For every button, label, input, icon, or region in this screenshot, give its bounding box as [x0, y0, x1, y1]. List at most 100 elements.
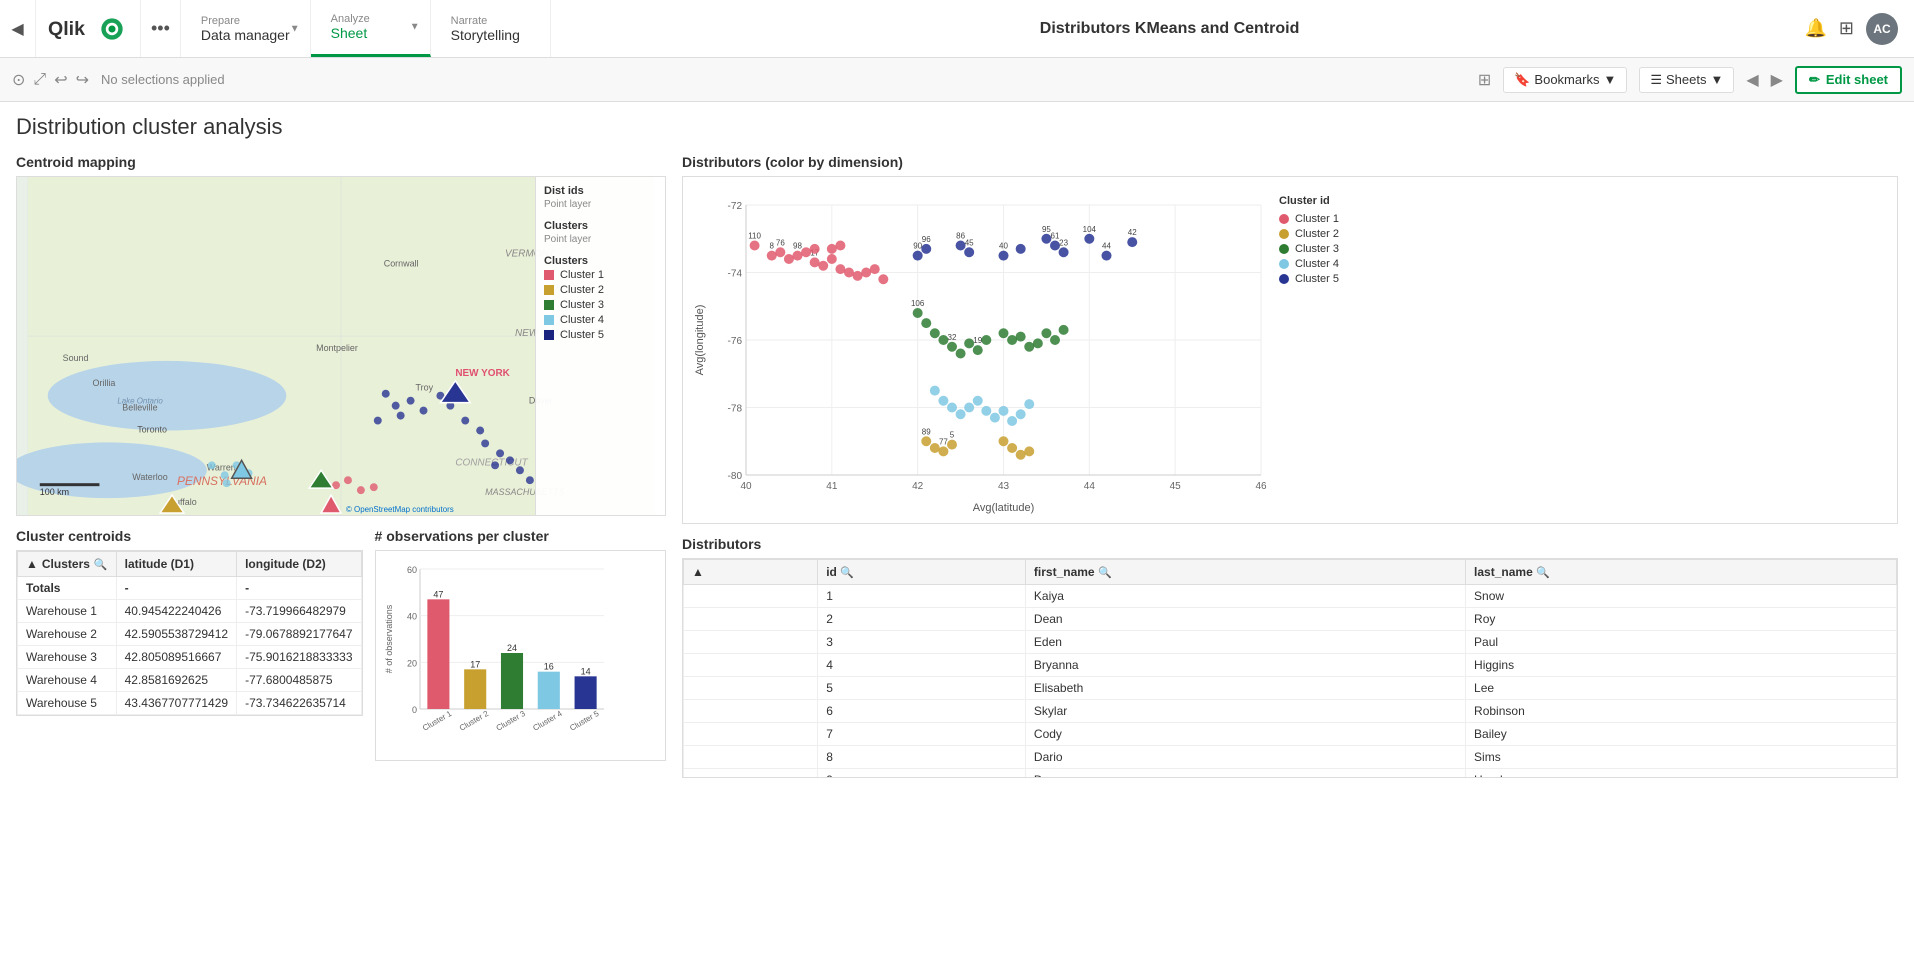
- legend-item: Cluster 2: [544, 284, 657, 296]
- svg-text:-74: -74: [728, 269, 743, 280]
- toolbar: ⊙ ⤢ ↩ ↪ No selections applied ⊞ 🔖 Bookma…: [0, 58, 1914, 102]
- svg-text:16: 16: [543, 662, 553, 672]
- scatter-legend: Cluster id Cluster 1Cluster 2Cluster 3Cl…: [1279, 185, 1359, 515]
- table-row: 9DeaconHood: [684, 769, 1897, 779]
- legend-item: Cluster 1: [544, 269, 657, 281]
- svg-text:Waterloo: Waterloo: [132, 472, 167, 482]
- narrate-label: Narrate: [451, 15, 530, 27]
- svg-text:-76: -76: [728, 336, 743, 347]
- scatter-legend-title: Cluster id: [1279, 195, 1359, 207]
- page-title: Distribution cluster analysis: [16, 114, 1898, 140]
- nav-right-icons: 🔔 ⊞ AC: [1788, 0, 1914, 57]
- nav-back-button[interactable]: ◀: [0, 0, 36, 57]
- selection-expand-icon[interactable]: ⤢: [33, 71, 46, 89]
- centroid-mapping-title: Centroid mapping: [16, 154, 666, 170]
- redo-icon[interactable]: ↪: [76, 70, 89, 90]
- table-row: 1KaiyaSnow: [684, 585, 1897, 608]
- svg-text:104: 104: [1083, 225, 1097, 234]
- svg-text:Lake Ontario: Lake Ontario: [117, 397, 163, 406]
- svg-text:Avg(longitude): Avg(longitude): [694, 305, 706, 376]
- svg-text:Avg(latitude): Avg(latitude): [973, 502, 1035, 514]
- table-row: Totals--: [18, 577, 362, 600]
- fn-search-icon[interactable]: 🔍: [1098, 567, 1112, 579]
- svg-text:23: 23: [1059, 238, 1068, 247]
- svg-text:24: 24: [507, 643, 517, 653]
- table-row: 8DarioSims: [684, 746, 1897, 769]
- nav-tab-prepare[interactable]: Prepare Data manager ▼: [181, 0, 311, 57]
- svg-text:40: 40: [407, 612, 417, 622]
- distributors-table-wrap[interactable]: ▲ id 🔍 first_name 🔍 last_name 🔍: [682, 558, 1898, 778]
- svg-text:45: 45: [965, 238, 974, 247]
- svg-text:40: 40: [999, 242, 1008, 251]
- ln-search-icon[interactable]: 🔍: [1536, 567, 1550, 579]
- nav-more-button[interactable]: •••: [141, 0, 181, 57]
- legend-item: Cluster 4: [544, 314, 657, 326]
- svg-text:-78: -78: [728, 404, 743, 415]
- distributors-chart-title: Distributors (color by dimension): [682, 154, 1898, 170]
- svg-text:100 km: 100 km: [40, 487, 69, 497]
- page-nav-title: Distributors KMeans and Centroid: [551, 0, 1789, 57]
- analyze-arrow: ▼: [410, 22, 420, 33]
- scatter-svg: 40414243444546-80-78-76-74-72Avg(latitud…: [691, 185, 1271, 515]
- svg-text:60: 60: [407, 565, 417, 575]
- dist-ids-title: Dist ids: [544, 185, 657, 197]
- edit-sheet-button[interactable]: ✏ Edit sheet: [1795, 66, 1902, 94]
- notification-bell-icon[interactable]: 🔔: [1804, 18, 1826, 39]
- centroid-table-wrap[interactable]: ▲ Clusters 🔍 latitude (D1) longitude (D2…: [16, 550, 363, 716]
- svg-text:98: 98: [793, 242, 802, 251]
- bottom-left-panels: Cluster centroids ▲ Clusters 🔍: [16, 528, 666, 944]
- grid-view-icon[interactable]: ⊞: [1478, 70, 1491, 90]
- svg-text:45: 45: [1170, 481, 1182, 492]
- legend-item: Cluster 5: [544, 329, 657, 341]
- page-content: Distribution cluster analysis Centroid m…: [0, 102, 1914, 956]
- scatter-legend-item: Cluster 2: [1279, 228, 1359, 240]
- svg-text:Troy: Troy: [416, 383, 434, 393]
- svg-text:89: 89: [922, 427, 931, 436]
- nav-tab-narrate[interactable]: Narrate Storytelling: [431, 0, 551, 57]
- edit-sheet-label: Edit sheet: [1826, 72, 1888, 87]
- svg-text:46: 46: [1255, 481, 1267, 492]
- svg-text:Sound: Sound: [63, 353, 89, 363]
- table-row: Warehouse 140.945422240426-73.7199664829…: [18, 600, 362, 623]
- undo-icon[interactable]: ↩: [54, 70, 67, 90]
- svg-text:44: 44: [1102, 242, 1111, 251]
- svg-text:17: 17: [470, 659, 480, 669]
- centroid-map[interactable]: VERMONT NEW HAMPSHIRE NEW YORK CONNECTIC…: [16, 176, 666, 516]
- bookmarks-button[interactable]: 🔖 Bookmarks ▼: [1503, 67, 1627, 93]
- table-row: Warehouse 442.8581692625-77.6800485875: [18, 669, 362, 692]
- selection-target-icon[interactable]: ⊙: [12, 70, 25, 90]
- svg-text:-80: -80: [728, 471, 743, 482]
- next-sheet-button[interactable]: ▶: [1771, 70, 1783, 90]
- cluster-centroids-section: Cluster centroids ▲ Clusters 🔍: [16, 528, 363, 944]
- distributors-table: ▲ id 🔍 first_name 🔍 last_name 🔍: [683, 559, 1897, 778]
- sheets-button[interactable]: ☰ Sheets ▼: [1639, 67, 1734, 93]
- bookmarks-arrow: ▼: [1603, 72, 1616, 87]
- centroid-table: ▲ Clusters 🔍 latitude (D1) longitude (D2…: [17, 551, 362, 715]
- prev-sheet-button[interactable]: ◀: [1746, 70, 1758, 90]
- svg-text:NEW YORK: NEW YORK: [455, 368, 510, 379]
- user-avatar[interactable]: AC: [1866, 13, 1898, 45]
- id-search-icon[interactable]: 🔍: [840, 567, 854, 579]
- left-column: Centroid mapping: [16, 154, 666, 944]
- nav-tab-analyze[interactable]: Analyze Sheet ▼: [311, 0, 431, 57]
- analyze-label: Analyze: [331, 13, 410, 25]
- map-legend: Dist ids Point layer Clusters Point laye…: [535, 177, 665, 515]
- svg-text:Toronto: Toronto: [137, 424, 167, 434]
- sheets-arrow: ▼: [1710, 72, 1723, 87]
- sheets-icon: ☰: [1650, 72, 1662, 88]
- svg-text:41: 41: [826, 481, 838, 492]
- svg-text:Orillia: Orillia: [92, 378, 115, 388]
- table-row: 6SkylarRobinson: [684, 700, 1897, 723]
- legend-items-container: Cluster 1 Cluster 2 Cluster 3 Cluster 4 Clus…: [544, 269, 657, 341]
- svg-text:Cluster 2: Cluster 2: [457, 709, 490, 733]
- selections-text: No selections applied: [101, 72, 1470, 87]
- legend-item: Cluster 3: [544, 299, 657, 311]
- svg-text:# of observations: # of observations: [384, 604, 394, 673]
- qlik-logo: Qlik: [36, 0, 141, 57]
- cluster-search-icon[interactable]: 🔍: [94, 558, 108, 571]
- bar-chart-container: 0204060# of observations47Cluster 117Clu…: [375, 550, 666, 761]
- clusters-header: Clusters: [544, 255, 657, 267]
- edit-icon: ✏: [1809, 72, 1820, 88]
- table-row: Warehouse 342.805089516667-75.9016218833…: [18, 646, 362, 669]
- apps-grid-icon[interactable]: ⊞: [1839, 18, 1854, 39]
